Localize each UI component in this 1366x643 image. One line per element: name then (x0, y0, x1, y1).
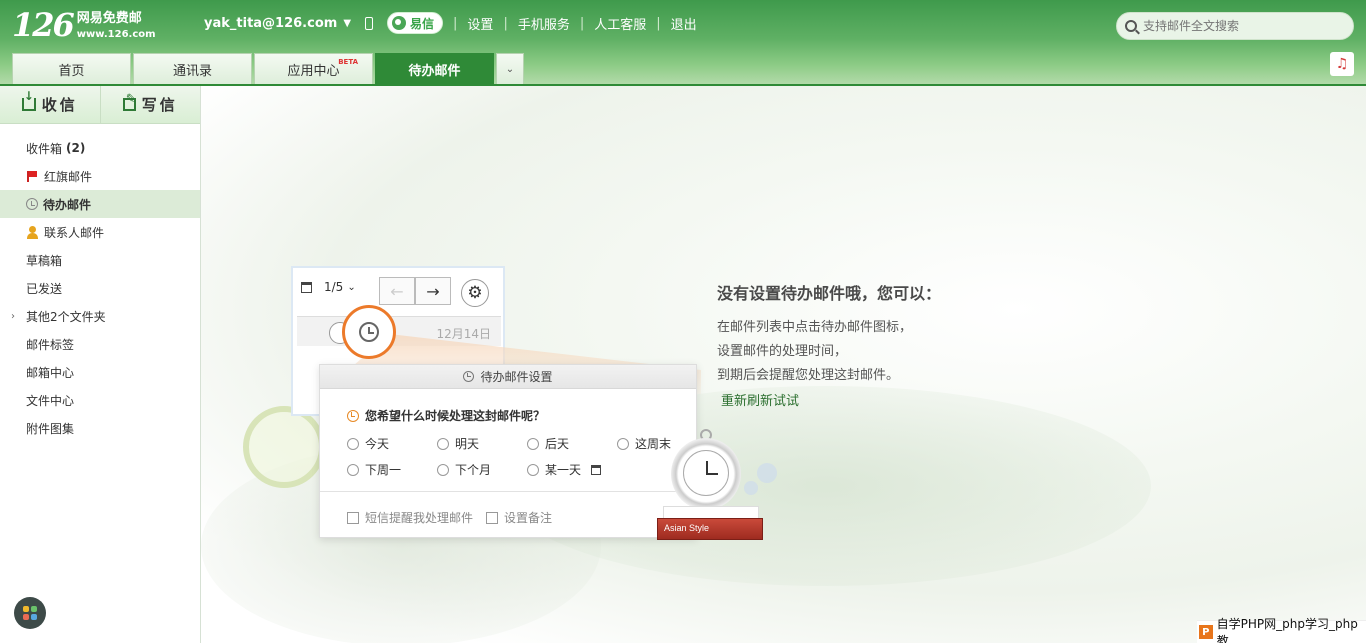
folder-list: 收件箱 (2) 红旗邮件 待办邮件 联系人邮件 草稿箱 已发送 › 其他2个文件… (0, 124, 200, 442)
option-next-month: 下个月 (437, 461, 491, 478)
sidebar-item-file-center[interactable]: 文件中心 (0, 386, 200, 414)
logo-number: 126 (12, 6, 75, 44)
search-box[interactable] (1116, 12, 1354, 40)
php-logo-icon: P (1199, 625, 1213, 639)
tab-home[interactable]: 首页 (12, 53, 131, 84)
option-today: 今天 (347, 435, 389, 452)
tab-more-button[interactable]: ⌄ (496, 53, 524, 84)
sidebar-item-drafts[interactable]: 草稿箱 (0, 246, 200, 274)
sidebar-item-tags[interactable]: 邮件标签 (0, 330, 200, 358)
apps-button[interactable] (14, 597, 46, 629)
sidebar-item-todo[interactable]: 待办邮件 (0, 190, 200, 218)
user-account[interactable]: yak_tita@126.com (204, 16, 337, 31)
sms-reminder-checkbox: 短信提醒我处理邮件 (347, 509, 473, 526)
book-illustration: Asian Style (657, 518, 763, 540)
yixin-label: 易信 (410, 16, 435, 31)
logout-link[interactable]: 退出 (671, 14, 697, 33)
chevron-right-icon[interactable]: › (11, 311, 15, 322)
beta-badge: BETA (338, 58, 358, 66)
main-tabs: 首页 通讯录 应用中心 BETA 待办邮件 ⌄ (12, 53, 526, 84)
guide-line: 设置邮件的处理时间， (717, 344, 848, 359)
clock-icon (347, 409, 359, 422)
chevron-down-icon: ⌄ (347, 281, 356, 293)
logo-url: www.126.com (76, 29, 156, 40)
contact-icon (26, 225, 39, 239)
option-weekend: 这周末 (617, 435, 671, 452)
empty-state-guide: 没有设置待办邮件哦，您可以： 在邮件列表中点击待办邮件图标， 设置邮件的处理时间… (717, 280, 941, 409)
unread-count: (2) (66, 141, 86, 155)
chevron-down-icon: ⌄ (505, 63, 515, 75)
mobile-service-link[interactable]: 手机服务 (518, 14, 570, 33)
phone-icon[interactable] (365, 16, 374, 30)
flag-icon (26, 170, 39, 183)
gear-icon: ⚙ (461, 279, 489, 307)
sidebar-item-attachments[interactable]: 附件图集 (0, 414, 200, 442)
guide-title: 没有设置待办邮件哦，您可以： (717, 284, 942, 303)
calendar-icon (591, 464, 602, 475)
search-icon[interactable] (1125, 20, 1137, 32)
calendar-icon (301, 281, 312, 293)
clock-icon (26, 198, 38, 210)
app-grid-icon (23, 606, 37, 620)
sidebar-item-flagged[interactable]: 红旗邮件 (0, 162, 200, 190)
search-input[interactable] (1143, 19, 1343, 33)
arrow-right-icon: → (415, 277, 451, 305)
top-nav: yak_tita@126.com ▼ 易信 | 设置 | 手机服务 | 人工客服… (204, 12, 697, 34)
clock-icon (359, 322, 379, 342)
todo-settings-illustration: 待办邮件设置 您希望什么时候处理这封邮件呢？ 今天 明天 后天 这周末 下周一 … (319, 364, 697, 538)
option-some-day: 某一天 (527, 461, 602, 478)
settings-link[interactable]: 设置 (467, 14, 493, 33)
header: 126 网易免费邮 www.126.com yak_tita@126.com ▼… (0, 0, 1366, 86)
inbox-download-icon (21, 89, 37, 111)
option-day-after: 后天 (527, 435, 569, 452)
todo-clock-highlight (342, 305, 396, 359)
alarm-clock-illustration (243, 406, 325, 488)
book-label: Asian Style (664, 523, 710, 533)
guide-line: 到期后会提醒您处理这封邮件。 (717, 368, 900, 383)
sidebar-item-mailbox-center[interactable]: 邮箱中心 (0, 358, 200, 386)
refresh-link[interactable]: 重新刷新试试 (721, 390, 941, 409)
music-icon[interactable]: ♫ (1330, 52, 1354, 76)
customer-service-link[interactable]: 人工客服 (594, 14, 646, 33)
logo-cn: 网易免费邮 (76, 11, 142, 26)
dialog-question: 您希望什么时候处理这封邮件呢？ (365, 409, 546, 423)
watermark: P 自学PHP网_php学习_php教 (1197, 617, 1366, 643)
page-indicator: 1/5 (324, 280, 344, 294)
arrow-left-icon: ← (379, 277, 415, 305)
yixin-icon (392, 16, 407, 30)
logo[interactable]: 126 网易免费邮 www.126.com (12, 8, 156, 44)
tab-contacts[interactable]: 通讯录 (133, 53, 252, 84)
mail-actions: 收信 写信 (0, 86, 200, 124)
compose-button[interactable]: 写信 (99, 86, 201, 123)
watermark-text: 自学PHP网_php学习_php教 (1216, 617, 1358, 643)
sidebar-item-contact-mail[interactable]: 联系人邮件 (0, 218, 200, 246)
sidebar-item-inbox[interactable]: 收件箱 (2) (0, 134, 200, 162)
main-content: 1/5 ⌄ ← → ⚙ 12月14日 待办邮件设置 您希望什么时候处理这封邮件呢… (201, 86, 1366, 643)
mail-date: 12月14日 (436, 327, 491, 341)
desk-clock-illustration (671, 438, 741, 510)
dialog-title: 待办邮件设置 (480, 370, 553, 384)
yixin-button[interactable]: 易信 (387, 12, 444, 34)
option-next-monday: 下周一 (347, 461, 401, 478)
option-tomorrow: 明天 (437, 435, 479, 452)
note-checkbox: 设置备注 (486, 509, 552, 526)
clock-icon (463, 371, 475, 382)
tab-todo-mail[interactable]: 待办邮件 (375, 53, 494, 84)
tab-app-center[interactable]: 应用中心 BETA (254, 53, 373, 84)
receive-button[interactable]: 收信 (0, 86, 100, 123)
sidebar: 收信 写信 收件箱 (2) 红旗邮件 待办邮件 联系人邮件 草稿箱 已发送 (0, 86, 201, 643)
guide-line: 在邮件列表中点击待办邮件图标， (717, 320, 913, 335)
chevron-down-icon[interactable]: ▼ (343, 18, 351, 29)
compose-icon (122, 92, 140, 111)
sidebar-item-other-folders[interactable]: › 其他2个文件夹 (0, 302, 200, 330)
sidebar-item-sent[interactable]: 已发送 (0, 274, 200, 302)
